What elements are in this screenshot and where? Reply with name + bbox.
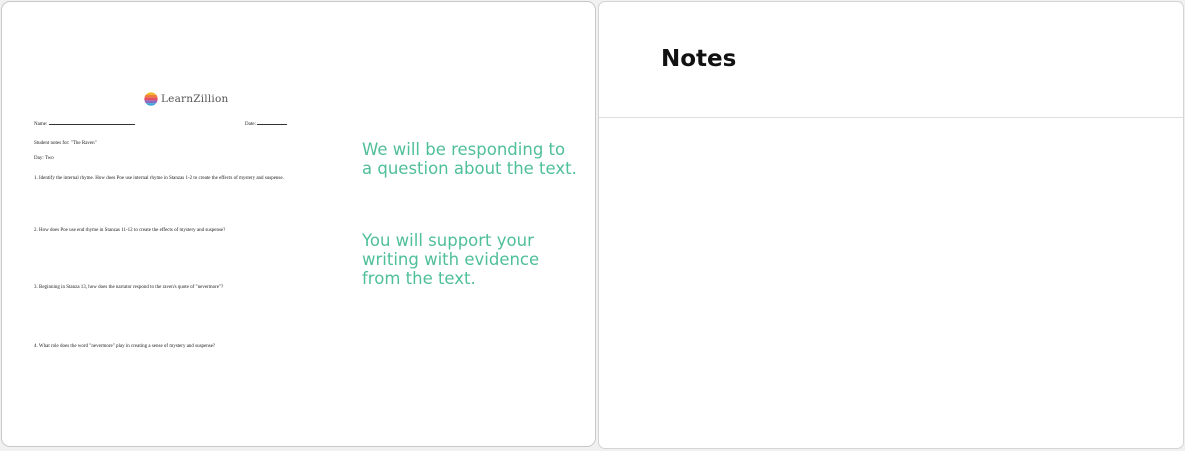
date-field: Date: xyxy=(245,119,288,128)
slide-panel: LearnZillion Name: Date: Student notes f… xyxy=(1,1,596,447)
question-1: 1. Identify the internal rhyme. How does… xyxy=(34,176,284,181)
learnzillion-logo: LearnZillion xyxy=(144,92,228,106)
date-blank xyxy=(257,119,288,125)
name-blank xyxy=(48,119,135,125)
notes-title: Notes xyxy=(661,46,737,72)
notes-body[interactable] xyxy=(599,118,1183,448)
overlay-paragraph-1: We will be responding to a question abou… xyxy=(362,140,577,178)
day-line: Day: Two xyxy=(34,156,54,161)
learnzillion-logo-icon xyxy=(144,92,158,106)
name-field: Name: xyxy=(34,119,135,128)
question-3: 3. Beginning in Stanza 13, how does the … xyxy=(34,285,224,290)
logo-text: LearnZillion xyxy=(161,93,229,105)
date-label: Date: xyxy=(245,122,256,127)
overlay-paragraph-2: You will support your writing with evide… xyxy=(362,231,540,288)
notes-header: Notes xyxy=(599,2,1183,118)
question-2: 2. How does Poe use end rhyme in Stanzas… xyxy=(34,228,226,233)
question-4: 4. What role does the word "nevermore" p… xyxy=(34,344,216,349)
name-label: Name: xyxy=(34,122,48,127)
notes-for-line: Student notes for: "The Raven" xyxy=(34,141,97,146)
notes-panel: Notes xyxy=(598,1,1184,449)
